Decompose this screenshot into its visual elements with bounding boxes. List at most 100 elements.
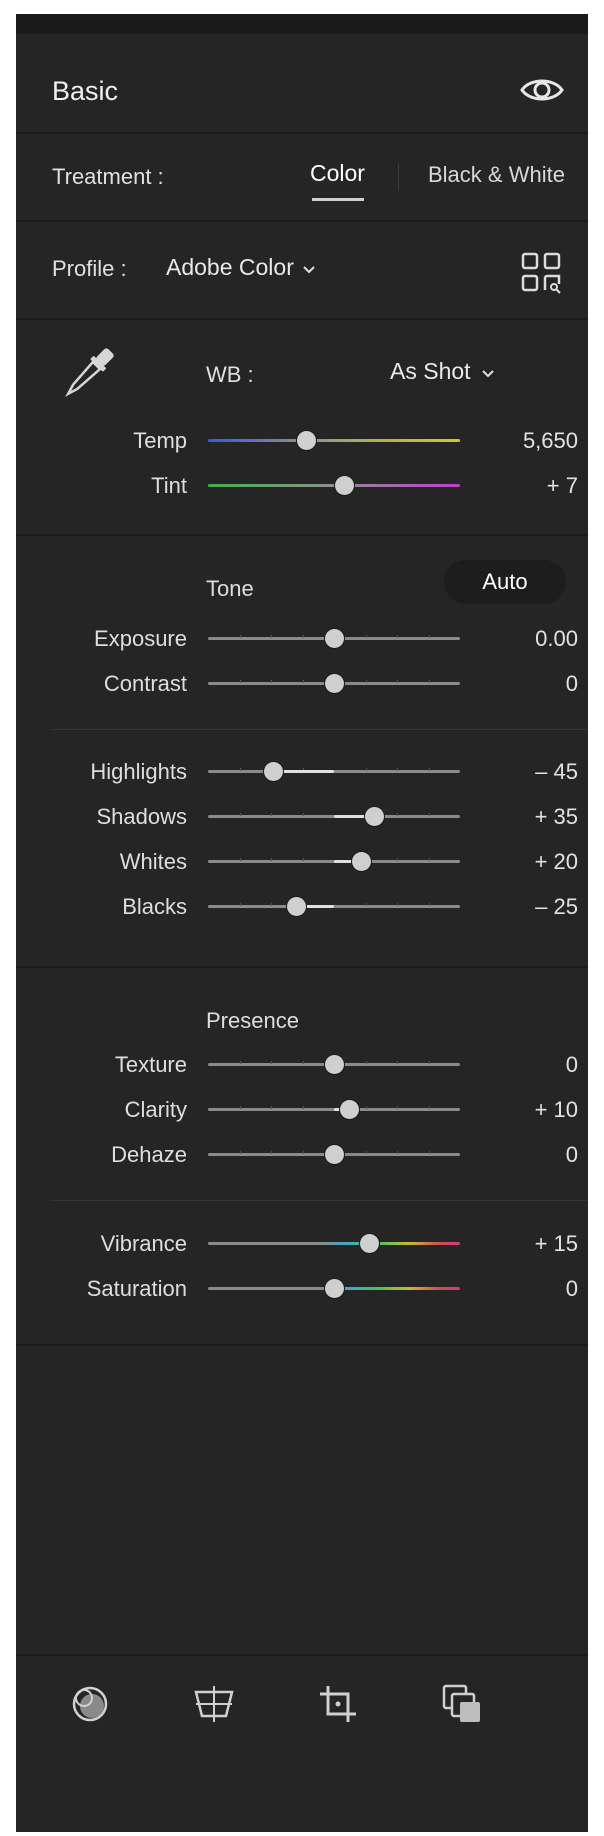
slider-label: Temp	[133, 428, 187, 453]
divider	[16, 1344, 588, 1346]
slider-tick	[428, 680, 430, 683]
slider-thumb[interactable]	[334, 476, 354, 495]
crop-icon[interactable]	[316, 1682, 360, 1726]
slider-thumb[interactable]	[324, 1145, 344, 1164]
divider	[16, 534, 588, 536]
slider-thumb[interactable]	[324, 629, 344, 648]
slider-tick	[239, 1061, 241, 1064]
slider-thumb[interactable]	[339, 1100, 359, 1119]
slider-track[interactable]	[208, 1279, 460, 1298]
slider-thumb[interactable]	[324, 674, 344, 693]
panel-top-strip	[16, 14, 588, 34]
slider-label: Clarity	[124, 1097, 187, 1122]
active-tab-underline	[312, 198, 364, 201]
slider-value[interactable]: + 7	[547, 473, 578, 499]
slider-label: Dehaze	[111, 1142, 187, 1167]
slider-thumb[interactable]	[324, 1055, 344, 1074]
slider-value[interactable]: 0	[566, 1052, 578, 1078]
copy-settings-icon[interactable]	[440, 1682, 484, 1726]
slider-tick	[271, 680, 272, 683]
slider-track[interactable]	[208, 1055, 460, 1074]
slider-thumb[interactable]	[324, 1279, 344, 1298]
slider-track[interactable]	[208, 852, 460, 871]
slider-thumb[interactable]	[364, 807, 384, 826]
tab-color[interactable]: Color	[310, 160, 365, 187]
slider-thumb[interactable]	[264, 762, 284, 781]
slider-label: Highlights	[90, 759, 187, 784]
slider-tick	[365, 903, 367, 906]
slider-tick	[428, 813, 430, 816]
slider-value[interactable]: + 10	[535, 1097, 578, 1123]
slider-contrast: Contrast 0	[16, 663, 588, 703]
slider-thumb[interactable]	[286, 897, 306, 916]
slider-track[interactable]	[208, 1145, 460, 1164]
slider-thumb[interactable]	[359, 1234, 379, 1253]
slider-label: Blacks	[122, 894, 187, 919]
slider-value[interactable]: 5,650	[523, 428, 578, 454]
basic-header[interactable]: Basic	[16, 34, 588, 132]
auto-button[interactable]: Auto	[444, 560, 566, 604]
slider-label: Shadows	[96, 804, 187, 829]
slider-shadows: Shadows + 35	[16, 796, 588, 836]
slider-track[interactable]	[208, 1100, 460, 1119]
profile-row: Profile : Adobe Color	[16, 222, 588, 318]
slider-value[interactable]: – 45	[535, 759, 578, 785]
slider-tick	[397, 903, 398, 906]
wb-dropdown[interactable]: As Shot	[390, 358, 495, 385]
panel-title: Basic	[52, 76, 119, 106]
slider-value[interactable]: + 20	[535, 849, 578, 875]
treatment-row: Treatment : Color Black & White	[16, 134, 588, 220]
slider-tick	[428, 858, 430, 861]
profile-label: Profile :	[52, 256, 127, 281]
geometry-icon[interactable]	[192, 1682, 236, 1726]
slider-tick	[397, 680, 398, 683]
slider-value[interactable]: 0	[566, 1142, 578, 1168]
slider-tick	[239, 768, 241, 771]
slider-track[interactable]	[208, 897, 460, 916]
slider-label: Vibrance	[100, 1231, 187, 1256]
profile-grid-icon[interactable]	[521, 252, 563, 294]
slider-dehaze: Dehaze 0	[16, 1134, 588, 1174]
slider-tick	[397, 1106, 398, 1109]
slider-value[interactable]: 0.00	[535, 626, 578, 652]
slider-thumb[interactable]	[296, 431, 316, 450]
slider-value[interactable]: 0	[566, 671, 578, 697]
slider-exposure: Exposure 0.00	[16, 618, 588, 658]
slider-tick	[365, 1061, 367, 1064]
slider-track[interactable]	[208, 629, 460, 648]
slider-tick	[271, 1061, 272, 1064]
eye-icon[interactable]	[520, 74, 564, 106]
slider-value[interactable]: – 25	[535, 894, 578, 920]
slider-track[interactable]	[208, 762, 460, 781]
profile-dropdown[interactable]: Adobe Color	[166, 254, 316, 281]
tone-label: Tone	[206, 576, 254, 601]
eyedropper-icon[interactable]	[54, 340, 122, 408]
slider-track[interactable]	[208, 476, 460, 495]
slider-track[interactable]	[208, 674, 460, 693]
tab-black-white[interactable]: Black & White	[428, 162, 565, 188]
slider-value[interactable]: 0	[566, 1276, 578, 1302]
slider-tick	[239, 813, 241, 816]
slider-tick	[365, 1151, 367, 1154]
slider-label: Contrast	[103, 671, 187, 696]
slider-clarity: Clarity + 10	[16, 1089, 588, 1129]
wb-label: WB :	[206, 362, 254, 387]
slider-track[interactable]	[208, 1234, 460, 1253]
slider-tick	[428, 1061, 430, 1064]
slider-label: Texture	[114, 1052, 187, 1077]
slider-value[interactable]: + 35	[535, 804, 578, 830]
slider-track[interactable]	[208, 807, 460, 826]
slider-tick	[397, 635, 398, 638]
group-divider	[52, 729, 588, 730]
slider-tick	[271, 813, 272, 816]
slider-tick	[239, 1151, 241, 1154]
slider-tick	[239, 680, 241, 683]
slider-value[interactable]: + 15	[535, 1231, 578, 1257]
color-mixer-icon[interactable]	[68, 1682, 112, 1726]
slider-thumb[interactable]	[352, 852, 372, 871]
slider-highlights: Highlights – 45	[16, 751, 588, 791]
slider-label: Exposure	[94, 626, 187, 651]
slider-track[interactable]	[208, 431, 460, 450]
slider-saturation: Saturation 0	[16, 1268, 588, 1308]
slider-label: Saturation	[86, 1276, 187, 1301]
